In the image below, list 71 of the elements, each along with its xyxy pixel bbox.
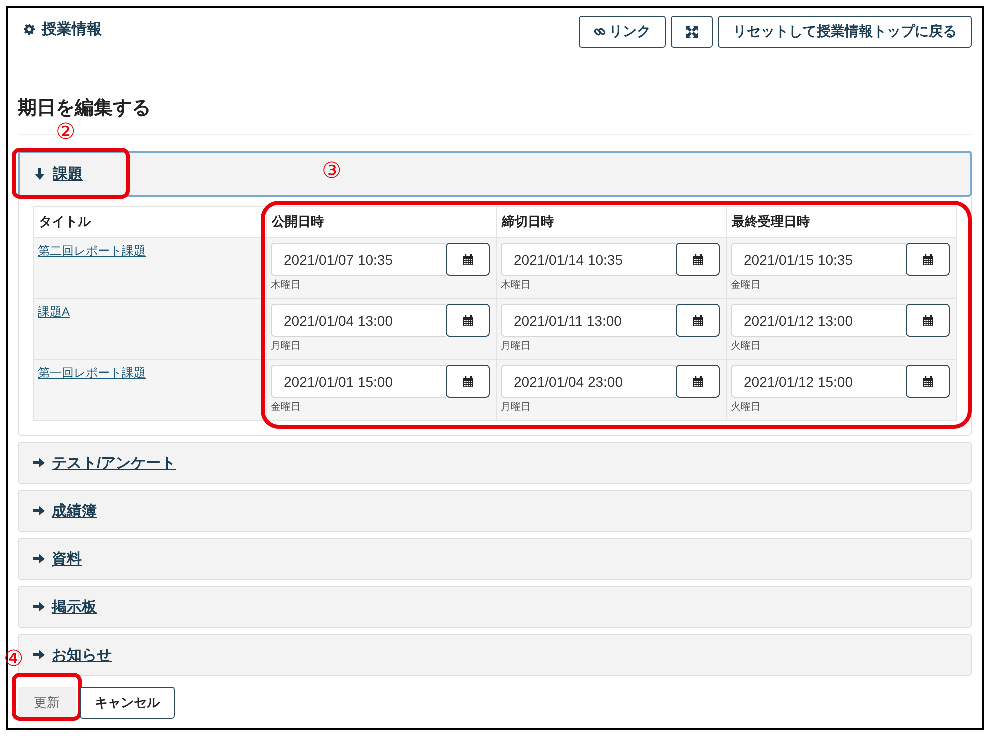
- column-header: 最終受理日時: [726, 206, 956, 238]
- calendar-icon: [692, 376, 704, 388]
- link-button[interactable]: リンク: [579, 16, 666, 48]
- weekday-label: 火曜日: [731, 400, 762, 414]
- fullscreen-button[interactable]: [671, 16, 713, 48]
- weekday-label: 金曜日: [271, 401, 302, 414]
- cancel-button[interactable]: キャンセル: [80, 687, 175, 719]
- section-link[interactable]: テスト/アンケート: [52, 454, 176, 472]
- section-link[interactable]: 成績簿: [52, 502, 97, 520]
- calendar-button[interactable]: [446, 304, 490, 337]
- calendar-icon: [462, 314, 474, 326]
- date-field[interactable]: 2021/01/04 23:00: [501, 365, 676, 398]
- weekday-label: 火曜日: [731, 340, 762, 353]
- calendar-button[interactable]: [676, 304, 720, 337]
- reset-button[interactable]: リセットして授業情報トップに戻る: [718, 16, 972, 48]
- arrow-right-icon: [33, 505, 45, 517]
- arrow-right-icon: [33, 457, 45, 469]
- date-field[interactable]: 2021/01/07 10:35: [271, 243, 446, 276]
- date-field[interactable]: 2021/01/12 15:00: [731, 365, 906, 398]
- calendar-icon: [692, 254, 704, 266]
- section-link[interactable]: 課題: [53, 164, 83, 184]
- accordion-header[interactable]: 成績簿: [19, 491, 971, 531]
- callout-number: ③: [322, 161, 342, 183]
- column-header: タイトル: [34, 206, 266, 238]
- calendar-button[interactable]: [906, 365, 950, 398]
- date-field[interactable]: 2021/01/04 13:00: [271, 304, 446, 337]
- calendar-icon: [462, 254, 474, 266]
- weekday-label: 月曜日: [501, 401, 532, 414]
- calendar-icon: [692, 314, 704, 326]
- calendar-icon: [922, 314, 934, 326]
- column-header: 締切日時: [496, 206, 726, 238]
- weekday-label: 月曜日: [501, 340, 532, 353]
- expand-icon: [686, 26, 698, 38]
- arrow-down-icon: [34, 168, 46, 180]
- calendar-button[interactable]: [676, 243, 720, 276]
- accordion-header[interactable]: 資料: [19, 539, 971, 579]
- calendar-button[interactable]: [446, 365, 490, 398]
- section-link[interactable]: 掲示板: [52, 598, 97, 616]
- assignment-link[interactable]: 課題A: [38, 305, 70, 319]
- weekday-label: 月曜日: [271, 340, 302, 353]
- weekday-label: 木曜日: [501, 278, 532, 292]
- calendar-icon: [922, 254, 934, 266]
- weekday-label: 木曜日: [271, 278, 302, 292]
- update-button[interactable]: 更新: [18, 687, 76, 719]
- section-link[interactable]: 資料: [52, 550, 82, 568]
- arrow-right-icon: [33, 553, 45, 565]
- arrow-right-icon: [33, 649, 45, 661]
- calendar-icon: [462, 376, 474, 388]
- page-heading: 期日を編集する: [18, 97, 152, 121]
- link-icon: [594, 26, 606, 38]
- calendar-button[interactable]: [906, 243, 950, 276]
- assignment-link[interactable]: 第一回レポート課題: [38, 366, 146, 380]
- date-field[interactable]: 2021/01/15 10:35: [731, 243, 906, 276]
- calendar-icon: [922, 376, 934, 388]
- section-link[interactable]: お知らせ: [52, 646, 112, 664]
- column-header: 公開日時: [266, 206, 496, 238]
- arrow-right-icon: [33, 601, 45, 613]
- date-field[interactable]: 2021/01/14 10:35: [501, 243, 676, 276]
- assignment-link[interactable]: 第二回レポート課題: [38, 244, 146, 258]
- section-title: 授業情報: [42, 20, 102, 39]
- calendar-button[interactable]: [446, 243, 490, 276]
- weekday-label: 金曜日: [731, 279, 762, 292]
- date-field[interactable]: 2021/01/01 15:00: [271, 365, 446, 398]
- callout-number: ②: [56, 122, 76, 144]
- accordion-header[interactable]: 掲示板: [19, 587, 971, 627]
- accordion-header[interactable]: テスト/アンケート: [19, 443, 971, 483]
- calendar-button[interactable]: [676, 365, 720, 398]
- gear-icon: [24, 24, 35, 35]
- calendar-button[interactable]: [906, 304, 950, 337]
- date-field[interactable]: 2021/01/11 13:00: [501, 304, 676, 337]
- date-field[interactable]: 2021/01/12 13:00: [731, 304, 906, 337]
